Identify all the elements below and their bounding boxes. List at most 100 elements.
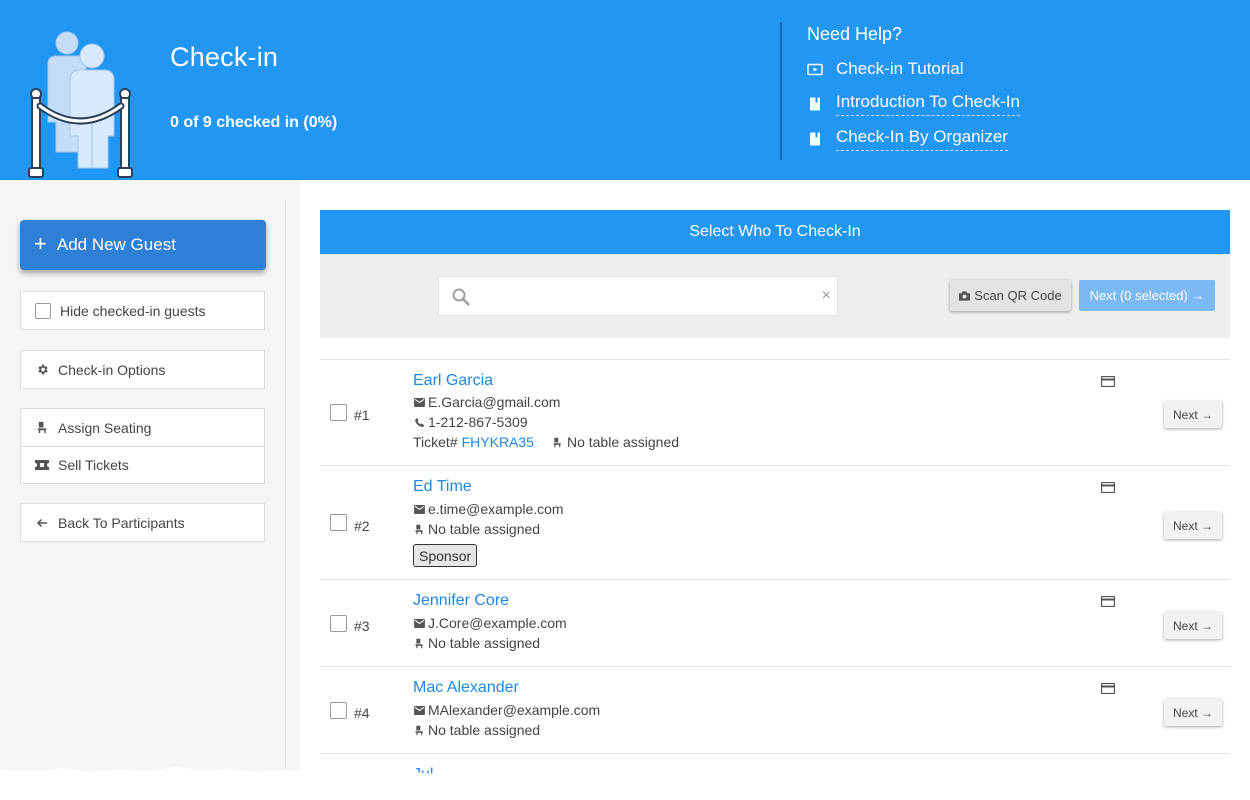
envelope-icon [413, 704, 425, 716]
guest-email-line: e.time@example.com [413, 501, 564, 517]
check-in-options-item[interactable]: Check-in Options [21, 351, 264, 388]
clear-search-icon[interactable]: × [822, 287, 831, 305]
guest-number: #1 [354, 407, 370, 423]
sell-tickets-label: Sell Tickets [58, 457, 129, 473]
chair-icon [552, 436, 564, 448]
torn-edge-decoration [0, 767, 1250, 800]
video-icon [806, 62, 824, 78]
sell-tickets-item[interactable]: Sell Tickets [21, 446, 264, 483]
hide-checked-in-box: Hide checked-in guests [20, 291, 265, 330]
search-box: × [438, 276, 838, 316]
credit-card-icon[interactable] [1101, 482, 1115, 493]
scan-qr-code-button[interactable]: Scan QR Code [950, 280, 1071, 311]
guest-select-checkbox[interactable] [330, 615, 347, 632]
search-input[interactable] [479, 283, 809, 311]
guest-number: #4 [354, 705, 370, 721]
credit-card-icon[interactable] [1101, 596, 1115, 607]
add-new-guest-label: Add New Guest [56, 235, 176, 254]
chair-icon [413, 523, 425, 535]
guest-select-checkbox[interactable] [330, 702, 347, 719]
options-box: Check-in Options [20, 350, 265, 389]
page-title: Check-in [170, 42, 279, 72]
guest-name-link[interactable]: Ed Time [413, 478, 472, 496]
guest-email-line: J.Core@example.com [413, 615, 567, 631]
camera-icon [959, 290, 971, 301]
people-rope-illustration [28, 31, 133, 178]
actions-box: Assign Seating Sell Tickets [20, 408, 265, 484]
help-link-label: Check-in Tutorial [836, 58, 964, 78]
ticket-icon [35, 458, 49, 472]
panel-title: Select Who To Check-In [320, 210, 1230, 254]
table-assignment-text: No table assigned [566, 434, 680, 450]
hide-checked-in-label: Hide checked-in guests [60, 302, 206, 319]
table-assignment: No table assigned [552, 434, 679, 450]
arrow-left-icon [35, 516, 49, 530]
help-divider [780, 22, 782, 160]
table-assignment-text: No table assigned [428, 521, 541, 537]
guest-select-checkbox[interactable] [330, 514, 347, 531]
phone-icon [413, 416, 425, 428]
guest-email-line: E.Garcia@gmail.com [413, 394, 560, 410]
ticket-number-link[interactable]: FHYKRA35 [462, 434, 534, 450]
chair-icon [35, 421, 49, 435]
help-link-label: Introduction To Check-In [836, 92, 1020, 116]
help-link-tutorial[interactable]: Check-in Tutorial [806, 58, 964, 82]
next-selected-button[interactable]: Next (0 selected) → [1079, 280, 1215, 311]
guest-email: e.time@example.com [428, 501, 564, 517]
guest-ticket-line: Ticket# FHYKRA35 No table assigned [413, 434, 679, 450]
assign-seating-item[interactable]: Assign Seating [21, 409, 264, 446]
search-icon [452, 288, 470, 306]
scan-qr-code-label: Scan QR Code [974, 288, 1062, 303]
guest-name-link[interactable]: Mac Alexander [413, 679, 519, 697]
guest-row: #2 Ed Time e.time@example.com No table a… [320, 466, 1230, 580]
guest-email: J.Core@example.com [428, 615, 567, 631]
credit-card-icon[interactable] [1101, 376, 1115, 387]
sidebar [0, 180, 300, 800]
chair-icon [413, 724, 425, 736]
envelope-icon [413, 396, 425, 408]
guest-email: E.Garcia@gmail.com [428, 394, 561, 410]
back-to-participants-label: Back To Participants [58, 514, 185, 531]
back-box: Back To Participants [20, 503, 265, 542]
guest-row: #4 Mac Alexander MAlexander@example.com … [320, 667, 1230, 754]
book-icon [806, 131, 824, 147]
guest-number: #2 [354, 518, 370, 534]
table-assignment-text: No table assigned [428, 635, 541, 651]
guest-select-checkbox[interactable] [330, 404, 347, 421]
gear-icon [35, 363, 49, 377]
sidebar-divider [285, 200, 286, 775]
help-link-introduction[interactable]: Introduction To Check-In [806, 92, 1020, 116]
check-in-options-label: Check-in Options [58, 361, 166, 378]
guest-phone: 1-212-867-5309 [428, 414, 528, 430]
header: Check-in 0 of 9 checked in (0%) Need Hel… [0, 0, 1250, 180]
guest-next-button[interactable]: Next → [1164, 512, 1222, 539]
guest-next-button[interactable]: Next → [1164, 612, 1222, 639]
guest-email-line: MAlexander@example.com [413, 702, 600, 718]
guest-name-link[interactable]: Earl Garcia [413, 372, 493, 390]
book-icon [806, 96, 824, 112]
help-title: Need Help? [807, 24, 903, 44]
plus-icon: + [34, 231, 47, 256]
guest-table-line: No table assigned [413, 722, 540, 738]
guest-next-button[interactable]: Next → [1164, 699, 1222, 726]
envelope-icon [413, 503, 425, 515]
help-link-organizer[interactable]: Check-In By Organizer [806, 127, 1008, 151]
back-to-participants-item[interactable]: Back To Participants [21, 504, 264, 541]
sponsor-badge: Sponsor [413, 544, 478, 567]
guest-number: #3 [354, 618, 370, 634]
chair-icon [413, 637, 425, 649]
guest-email: MAlexander@example.com [428, 702, 601, 718]
ticket-prefix: Ticket# [413, 434, 458, 450]
checkin-progress-stats: 0 of 9 checked in (0%) [170, 114, 338, 131]
hide-checked-in-toggle[interactable]: Hide checked-in guests [21, 292, 264, 329]
guest-phone-line: 1-212-867-5309 [413, 414, 528, 430]
assign-seating-label: Assign Seating [58, 419, 152, 436]
guest-row: #1 Earl Garcia E.Garcia@gmail.com 1-212-… [320, 360, 1230, 466]
credit-card-icon[interactable] [1101, 683, 1115, 694]
guest-next-button[interactable]: Next → [1164, 401, 1222, 428]
hide-checked-in-checkbox[interactable] [35, 302, 51, 319]
table-assignment-text: No table assigned [428, 722, 541, 738]
add-new-guest-button[interactable]: + Add New Guest [20, 220, 266, 270]
help-link-label: Check-In By Organizer [836, 127, 1008, 151]
guest-name-link[interactable]: Jennifer Core [413, 592, 509, 610]
